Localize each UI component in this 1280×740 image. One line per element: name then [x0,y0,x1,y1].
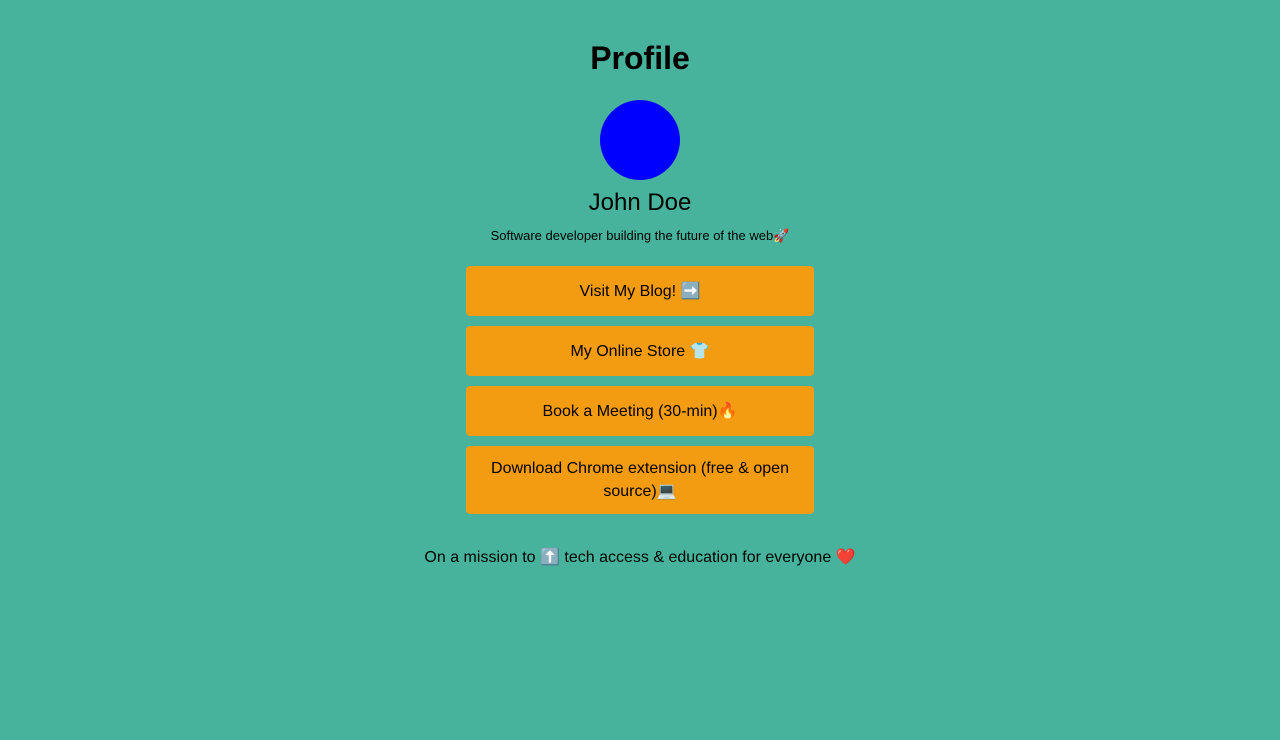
profile-name: John Doe [588,189,692,216]
blog-link-button[interactable]: Visit My Blog! ➡️ [466,266,814,316]
link-list: Visit My Blog! ➡️ My Online Store 👕 Book… [466,266,814,524]
avatar [600,100,680,180]
profile-page: Profile John Doe Software developer buil… [0,0,1280,740]
page-title: Profile [590,40,690,76]
chrome-extension-link-button[interactable]: Download Chrome extension (free & open s… [466,446,814,514]
profile-bio: Software developer building the future o… [490,228,790,243]
meeting-link-button[interactable]: Book a Meeting (30-min)🔥 [466,386,814,436]
store-link-button[interactable]: My Online Store 👕 [466,326,814,376]
mission-statement: On a mission to ⬆️ tech access & educati… [424,549,856,566]
